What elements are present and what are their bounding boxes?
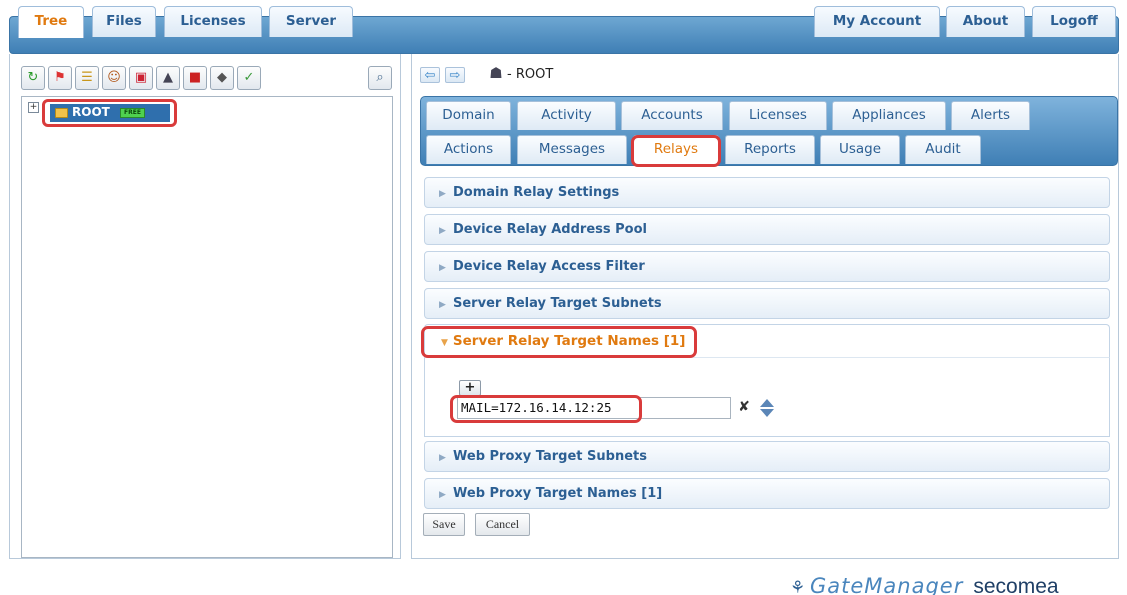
tree-node-root[interactable]: ROOT FREE [42, 99, 177, 127]
gatemanager-logo-icon: ⚘ [790, 578, 806, 595]
trash-icon[interactable]: ✘ [737, 398, 751, 416]
tree-node-root-label: ROOT [72, 105, 110, 119]
company-name: secomea [973, 575, 1059, 595]
expand-arrow-icon: ▶ [439, 189, 446, 199]
tab-files[interactable]: Files [92, 6, 156, 37]
user-icon[interactable]: ☺ [102, 66, 126, 90]
tree-expand-icon[interactable]: + [28, 102, 39, 113]
tab-appliances[interactable]: Appliances [832, 101, 946, 130]
section-title: Domain Relay Settings [453, 185, 620, 200]
breadcrumb: - ROOT [507, 67, 554, 82]
footer-logo: ⚘ GateManager secomea [790, 572, 1059, 595]
expand-arrow-icon: ▶ [439, 263, 446, 273]
disk-icon[interactable]: ◆ [210, 66, 234, 90]
tab-logoff[interactable]: Logoff [1032, 6, 1116, 37]
tab-reports[interactable]: Reports [725, 135, 815, 164]
tab-activity[interactable]: Activity [517, 101, 616, 130]
cancel-button[interactable]: Cancel [475, 513, 530, 536]
section-server-relay-target-subnets[interactable]: ▶ Server Relay Target Subnets [424, 288, 1110, 319]
tab-server[interactable]: Server [269, 6, 353, 37]
move-down-icon[interactable] [760, 409, 774, 417]
reorder-icon[interactable] [758, 398, 776, 418]
pin-icon[interactable]: ⚑ [48, 66, 72, 90]
refresh-icon[interactable]: ↻ [21, 66, 45, 90]
product-name: GateManager [810, 574, 964, 595]
section-title: Device Relay Access Filter [453, 259, 645, 274]
expand-arrow-icon: ▶ [439, 453, 446, 463]
section-device-relay-address-pool[interactable]: ▶ Device Relay Address Pool [424, 214, 1110, 245]
tab-audit[interactable]: Audit [905, 135, 981, 164]
expand-arrow-icon: ▶ [439, 490, 446, 500]
save-button[interactable]: Save [423, 513, 465, 536]
section-title: Web Proxy Target Names [1] [453, 486, 663, 501]
expand-arrow-icon: ▶ [439, 300, 446, 310]
tab-licenses-domain[interactable]: Licenses [729, 101, 827, 130]
tree-icon[interactable]: ☰ [75, 66, 99, 90]
add-entry-button[interactable]: + [459, 380, 481, 396]
tab-licenses[interactable]: Licenses [164, 6, 262, 37]
tab-domain[interactable]: Domain [426, 101, 511, 130]
domain-icon: ☗ [489, 64, 503, 82]
free-badge: FREE [120, 108, 145, 118]
monitor-icon[interactable]: ▣ [129, 66, 153, 90]
tab-about[interactable]: About [946, 6, 1025, 37]
move-up-icon[interactable] [760, 399, 774, 407]
tree-toolbar: ↻ ⚑ ☰ ☺ ▣ ▲ ■ ◆ ✓ [21, 66, 261, 90]
toolbox-icon[interactable]: ■ [183, 66, 207, 90]
tab-actions[interactable]: Actions [426, 135, 511, 164]
section-domain-relay-settings[interactable]: ▶ Domain Relay Settings [424, 177, 1110, 208]
tab-usage[interactable]: Usage [820, 135, 900, 164]
magnifier-icon[interactable]: ⌕ [368, 66, 392, 90]
domain-tree [21, 96, 393, 558]
section-title: Server Relay Target Subnets [453, 296, 662, 311]
section-title: Device Relay Address Pool [453, 222, 647, 237]
bell-icon[interactable]: ▲ [156, 66, 180, 90]
folder-icon [55, 108, 68, 118]
forward-arrow-icon[interactable]: ⇨ [445, 67, 465, 83]
check-icon[interactable]: ✓ [237, 66, 261, 90]
tab-alerts[interactable]: Alerts [951, 101, 1030, 130]
entry-highlight [450, 395, 642, 423]
relays-tab-highlight [631, 135, 721, 167]
tab-messages[interactable]: Messages [517, 135, 627, 164]
open-section-highlight [421, 326, 697, 358]
section-web-proxy-target-names[interactable]: ▶ Web Proxy Target Names [1] [424, 478, 1110, 509]
tab-accounts[interactable]: Accounts [621, 101, 723, 130]
section-title: Web Proxy Target Subnets [453, 449, 647, 464]
tree-node-root-selection: ROOT FREE [50, 104, 170, 122]
expand-arrow-icon: ▶ [439, 226, 446, 236]
tab-my-account[interactable]: My Account [814, 6, 940, 37]
back-arrow-icon[interactable]: ⇦ [420, 67, 440, 83]
section-device-relay-access-filter[interactable]: ▶ Device Relay Access Filter [424, 251, 1110, 282]
section-web-proxy-target-subnets[interactable]: ▶ Web Proxy Target Subnets [424, 441, 1110, 472]
tab-tree[interactable]: Tree [18, 6, 84, 38]
